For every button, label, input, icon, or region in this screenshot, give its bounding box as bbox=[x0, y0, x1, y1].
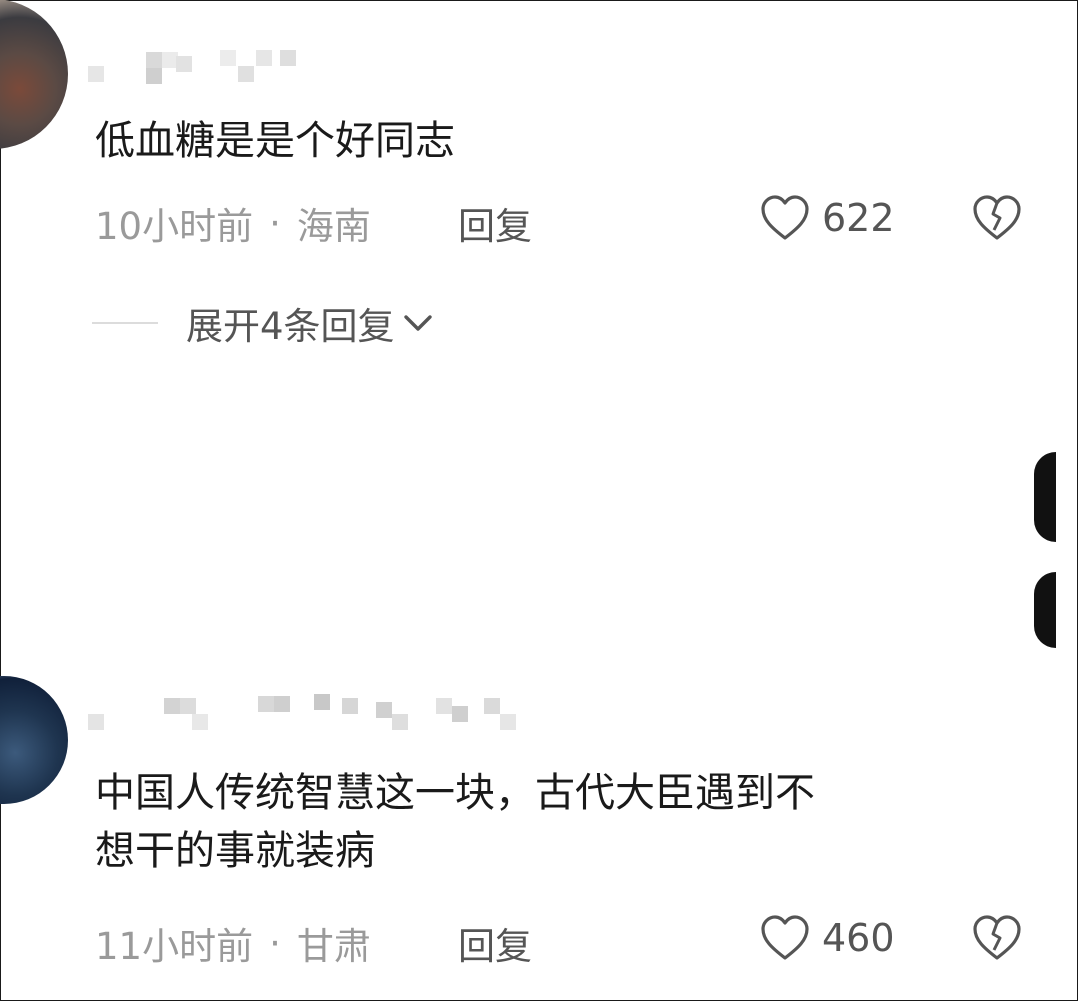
reply-button[interactable]: 回复 bbox=[458, 916, 532, 970]
broken-heart-icon bbox=[973, 195, 1021, 240]
divider-line bbox=[92, 322, 158, 324]
side-panel-edge bbox=[1034, 452, 1056, 542]
chevron-down-icon bbox=[403, 315, 432, 331]
reply-button[interactable]: 回复 bbox=[458, 196, 532, 250]
like-count: 622 bbox=[822, 196, 895, 240]
comment-location: 海南 bbox=[296, 205, 371, 248]
separator-dot: · bbox=[269, 201, 281, 245]
heart-outline-icon bbox=[761, 915, 809, 960]
dislike-button[interactable] bbox=[972, 194, 1022, 246]
comment-meta: 11小时前 · 甘肃 bbox=[95, 916, 371, 970]
dislike-button[interactable] bbox=[972, 914, 1022, 966]
like-button[interactable]: 460 bbox=[760, 914, 895, 962]
comment-text: 中国人传统智慧这一块，古代大臣遇到不 想干的事就装病 bbox=[95, 770, 815, 874]
like-count: 460 bbox=[822, 916, 895, 960]
broken-heart-icon bbox=[973, 915, 1021, 960]
comment-time: 11小时前 bbox=[95, 925, 254, 968]
comment-time: 10小时前 bbox=[95, 205, 254, 248]
comment-meta: 10小时前 · 海南 bbox=[95, 196, 371, 250]
expand-replies-button[interactable]: 展开4条回复 bbox=[92, 296, 435, 350]
separator-dot: · bbox=[269, 921, 281, 965]
comment-text: 低血糖是是个好同志 bbox=[95, 118, 455, 164]
comment-location: 甘肃 bbox=[296, 925, 371, 968]
side-panel-edge bbox=[1034, 572, 1056, 648]
expand-replies-label: 展开4条回复 bbox=[186, 305, 395, 348]
like-button[interactable]: 622 bbox=[760, 194, 895, 242]
heart-outline-icon bbox=[761, 195, 809, 240]
